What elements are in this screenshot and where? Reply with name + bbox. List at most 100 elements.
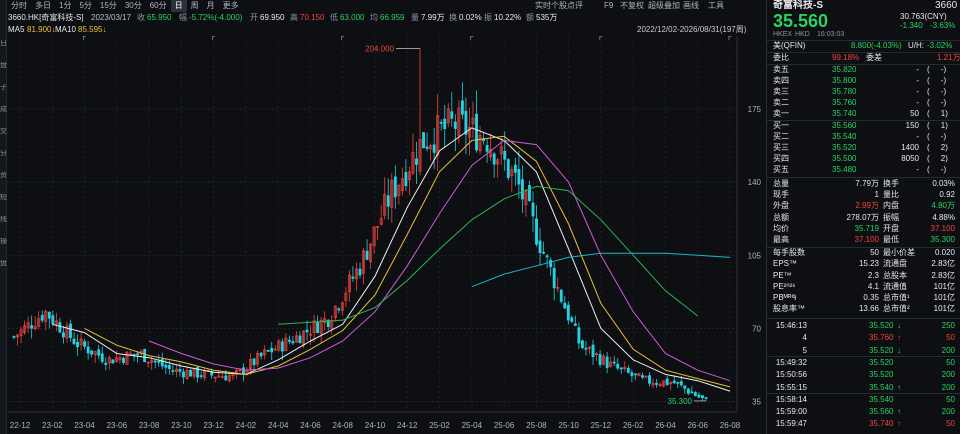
candle-body [528,185,531,202]
candle-body [189,370,192,377]
stat-row: 总额 278.07万 振幅 4.88% [767,213,960,223]
time-axis-label: 26-02 [623,421,644,430]
candle-body [143,349,147,363]
bid-level-count: ( -) [927,165,947,174]
stat-value: 2.83亿 [931,259,955,269]
stat-value: 7.79万 [855,179,879,188]
stat-label: 股息率™ [773,304,805,314]
tick-time: 15:50:56 [775,370,807,380]
candle-body [298,335,302,344]
ask-level-volume: 50 [910,109,919,118]
panel-last-price: 35.560 [773,11,829,31]
ask-level: 卖四 35.800 -( -) [767,76,960,86]
candle-body [199,375,203,377]
stat-value: 4.80万 [931,201,955,211]
bid-level-price: 35.540 [832,132,857,141]
ask-level-label: 卖三 [773,87,789,96]
stat-label: 现手 [773,190,789,200]
time-axis-label: 25-06 [494,421,515,430]
kline-chart[interactable]: 175 140 105 70 35 22-12 23-02 23-04 ᴦ 23-06 23-08 2… [0,0,766,434]
stat-label: 总量 [773,179,789,188]
price-axis-label: 70 [752,324,761,333]
stat-label: PE²⁰²⁶ [773,281,796,291]
candle-body [47,311,51,319]
stat-row: 现手 1 量比 0.92 [767,190,960,200]
bid-level-label: 买四 [773,154,789,163]
tick-volume: 250 [941,321,955,330]
time-axis-label: 24-10 [365,421,386,430]
stat-row: 均价 35.719 开盘 37.100 [767,224,960,234]
candle-body [648,375,651,384]
candle-body [167,364,171,370]
bid-level-price: 35.520 [832,143,857,152]
panel-currency: HKD [795,31,810,38]
bid-level-count: ( 2) [927,154,948,163]
bid-level-price: 35.560 [832,121,857,130]
tick-price: 35.540 [869,382,894,392]
candle-body [566,304,570,321]
time-axis-label: 26-04 [655,421,676,430]
panel-price-row: 35.560 30.763(CNY) -1.340 -3.63% [767,12,960,30]
ask-level-price: 35.740 [832,109,857,118]
panel-us-label: 美(QFIN) [773,41,806,50]
price-axis-label: 105 [748,251,762,260]
candle-body [51,315,55,324]
bid-level-count: ( 2) [927,143,948,152]
panel-change-pct: -3.63% [930,21,956,30]
candle-body [425,146,429,149]
time-axis-label: 25-12 [591,421,612,430]
candle-body [619,367,623,370]
stat-value: 15.23 [858,259,879,269]
stat-label: 最高 [773,235,789,244]
event-marker: ᴦ [728,34,732,42]
panel-us-ratio: -3.02% [927,41,953,50]
candle-body [450,111,454,119]
candle-body [704,397,708,399]
time-axis-label: 24-02 [236,421,257,430]
candle-body [616,364,620,369]
ask-level-label: 卖四 [773,76,789,85]
candle-body [182,371,185,378]
event-marker: ᴦ [82,34,86,42]
stat-value: 1 [874,190,879,200]
panel-divider [767,318,960,319]
tick-direction-icon: ↑ [897,419,901,429]
trade-tick-row: 5 35.520 ↓ 200 [767,345,960,356]
trade-tick-row: 15:46:13 35.520 ↓ 250 [767,320,960,331]
candle-body [280,341,284,352]
panel-us-row: 美(QFIN) 8.800(-4.03%) U/H: -3.02% [767,41,960,51]
candle-body [552,267,556,289]
candle-body [287,339,291,342]
time-axis-label: 26-06 [687,421,708,430]
bid-level-count: ( 1) [927,121,948,130]
tick-price: 35.540 [869,394,894,404]
candle-body [612,361,616,364]
tick-volume: 200 [941,407,955,417]
candle-body [61,332,65,338]
bid-level: 买四 35.500 8050 ( 2) [767,154,960,164]
candle-body [30,325,34,329]
tick-volume: 50 [946,394,955,404]
time-axis-label: 25-10 [558,421,579,430]
candle-body [591,344,595,358]
stat-row: PBᴹᴿᑫ 0.35 总市值¹ 101亿 [767,293,960,303]
panel-wc-value: 1.21万 [937,53,960,62]
stat-label: PE™ [773,270,792,280]
candle-body [492,153,496,165]
candle-body [676,381,680,384]
candle-body [503,151,507,160]
tick-time: 15:59:00 [775,407,807,417]
candle-body [90,350,94,355]
tick-direction-icon: ↓ [897,321,901,330]
ask-level-label: 卖二 [773,98,789,107]
candle-body [224,375,228,381]
trade-tick-row: 4 35.760 ↑ 50 [767,332,960,343]
panel-us-ratio-label: U/H: [908,41,924,50]
candle-body [83,341,87,347]
stat-label: 最低 [883,235,899,244]
candle-body [86,346,90,354]
stat-label: 内盘 [883,201,899,211]
candle-body [351,276,355,279]
trade-tick-row: 15:55:15 35.540 ↑ 200 [767,382,960,393]
tick-price: 35.520 [869,345,894,355]
